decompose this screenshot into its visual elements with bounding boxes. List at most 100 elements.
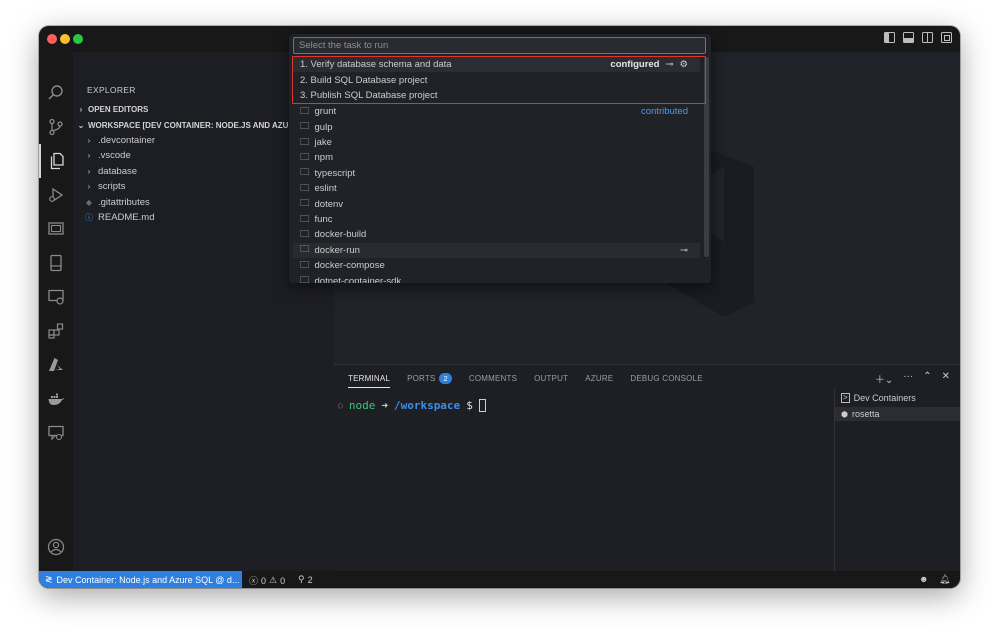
new-terminal-icon[interactable]: ＋⌄ <box>875 371 893 386</box>
run-and-debug-icon[interactable] <box>39 178 73 212</box>
tree-item-label: database <box>98 166 138 177</box>
chevron-right-icon: › <box>87 151 91 160</box>
remote-monitor-icon[interactable] <box>39 280 73 314</box>
folder-icon: 🗀 <box>300 105 310 117</box>
error-icon: ⓧ <box>249 576 259 586</box>
provider-item-jake[interactable]: 🗀 jake <box>293 135 700 150</box>
sidebar-title: EXPLORER <box>87 85 136 95</box>
folder-icon: 🗀 <box>300 213 310 225</box>
provider-label: docker-build <box>314 229 367 241</box>
remote-explorer-icon[interactable] <box>39 212 73 246</box>
provider-label: func <box>314 213 333 225</box>
docker-icon[interactable] <box>39 382 73 416</box>
azure-icon[interactable] <box>39 348 73 382</box>
remote-icon: ≷ <box>45 574 53 584</box>
provider-label: docker-run <box>314 244 360 256</box>
problems-indicator[interactable]: ⓧ 0 ⚠ 0 <box>249 574 285 587</box>
ports-indicator[interactable]: ⚲ 2 <box>298 574 313 585</box>
provider-item-typescript[interactable]: 🗀 typescript <box>293 166 700 181</box>
terminal-user: node <box>348 399 376 412</box>
task-item-build[interactable]: 2. Build SQL Database project <box>293 73 700 88</box>
task-quick-pick: Select the task to run 1. Verify databas… <box>289 34 711 283</box>
provider-item-eslint[interactable]: 🗀 eslint <box>293 181 700 196</box>
provider-item-gulp[interactable]: 🗀 gulp <box>293 119 700 134</box>
close-window-button[interactable] <box>47 34 57 44</box>
tree-item-devcontainer[interactable]: › .devcontainer <box>85 135 155 146</box>
tree-item-scripts[interactable]: › scripts <box>85 181 126 192</box>
zoom-window-button[interactable] <box>73 34 83 44</box>
provider-label: eslint <box>314 183 337 195</box>
task-actions: configured ⊸ ⚙ <box>610 59 688 70</box>
database-icon[interactable] <box>39 246 73 280</box>
pin-icon[interactable]: ⊸ <box>680 245 688 256</box>
tab-debug-console[interactable]: DEBUG CONSOLE <box>630 374 702 387</box>
task-search-input[interactable]: Select the task to run <box>293 37 706 54</box>
warning-icon: ⚠ <box>269 575 278 585</box>
folder-icon: 🗀 <box>300 121 310 133</box>
folder-icon: 🗀 <box>300 228 310 240</box>
toggle-primary-sidebar-icon[interactable] <box>884 32 895 43</box>
provider-item-dotnet-container-sdk[interactable]: 🗀 dotnet-container-sdk <box>293 273 700 283</box>
tree-item-readme[interactable]: ⓘ README.md <box>85 212 154 223</box>
toggle-secondary-sidebar-icon[interactable] <box>922 32 933 43</box>
radio-tower-icon: ⚲ <box>298 574 305 584</box>
provider-label: dotenv <box>314 198 344 210</box>
workspace-section[interactable]: ⌄ WORKSPACE [DEV CONTAINER: NODE.JS AND … <box>77 121 295 130</box>
tab-azure[interactable]: AZURE <box>585 374 613 387</box>
provider-item-docker-compose[interactable]: 🗀 docker-compose <box>293 258 700 273</box>
customize-layout-icon[interactable] <box>941 32 952 43</box>
search-icon[interactable] <box>39 76 73 110</box>
copilot-icon[interactable]: ☻ <box>919 574 928 584</box>
info-icon: ⓘ <box>85 213 93 222</box>
open-editors-section[interactable]: › OPEN EDITORS <box>77 105 149 114</box>
toggle-panel-icon[interactable] <box>903 32 914 43</box>
task-item-verify[interactable]: 1. Verify database schema and data confi… <box>293 57 700 73</box>
tree-item-label: .devcontainer <box>98 135 156 146</box>
bottom-panel: TERMINAL PORTS 2 COMMENTS OUTPUT AZURE DE… <box>334 364 960 572</box>
bell-icon[interactable]: 🔔︎ <box>939 574 950 585</box>
quick-pick-scrollbar[interactable] <box>704 57 709 257</box>
provider-item-func[interactable]: 🗀 func <box>293 212 700 227</box>
cube-icon: ⬢ <box>841 409 848 419</box>
provider-item-dotenv[interactable]: 🗀 dotenv <box>293 196 700 211</box>
minimize-window-button[interactable] <box>60 34 70 44</box>
pin-icon[interactable]: ⊸ <box>666 59 674 70</box>
provider-item-npm[interactable]: 🗀 npm <box>293 150 700 165</box>
terminal-prompt[interactable]: ○ node ➜ /workspace $ <box>338 399 486 412</box>
provider-label: docker-compose <box>314 260 385 272</box>
provider-label: gulp <box>314 121 333 133</box>
tree-item-vscode[interactable]: › .vscode <box>85 150 131 161</box>
comments-icon[interactable] <box>39 416 73 450</box>
terminal-list-item[interactable]: ⬢ rosetta <box>835 407 960 421</box>
provider-item-grunt[interactable]: 🗀 grunt contributed <box>293 104 700 119</box>
provider-item-docker-build[interactable]: 🗀 docker-build <box>293 227 700 242</box>
account-icon[interactable] <box>39 530 73 564</box>
chevron-right-icon: › <box>79 105 83 114</box>
tree-item-label: scripts <box>98 181 126 192</box>
tree-item-gitattributes[interactable]: ◆ .gitattributes <box>85 197 150 208</box>
folder-icon: 🗀 <box>300 259 310 271</box>
git-file-icon: ◆ <box>85 198 93 207</box>
more-actions-icon[interactable]: ··· <box>903 371 913 386</box>
extensions-icon[interactable] <box>39 314 73 348</box>
task-item-publish[interactable]: 3. Publish SQL Database project <box>293 88 700 103</box>
folder-icon: 🗀 <box>300 136 310 148</box>
tab-output[interactable]: OUTPUT <box>534 374 568 387</box>
tab-ports[interactable]: PORTS 2 <box>407 373 452 388</box>
tab-terminal[interactable]: TERMINAL <box>348 374 391 388</box>
gear-icon[interactable]: ⚙ <box>679 59 688 70</box>
close-panel-icon[interactable]: ✕ <box>942 371 950 386</box>
explorer-icon[interactable] <box>39 144 73 178</box>
terminal-list-item[interactable]: > Dev Containers <box>841 393 916 403</box>
terminal-symbol: $ <box>466 399 473 412</box>
terminal-path: /workspace <box>393 399 461 412</box>
provider-item-docker-run[interactable]: 🗀 docker-run ⊸ <box>293 242 700 258</box>
activity-bar <box>39 52 73 588</box>
folder-icon: 🗀 <box>300 167 310 179</box>
tab-comments[interactable]: COMMENTS <box>469 374 517 387</box>
remote-indicator[interactable]: ≷ Dev Container: Node.js and Azure SQL @… <box>39 571 242 588</box>
tree-item-database[interactable]: › database <box>85 166 137 177</box>
folder-icon: 🗀 <box>300 198 310 210</box>
source-control-icon[interactable] <box>39 110 73 144</box>
maximize-panel-icon[interactable]: ⌃ <box>923 371 931 386</box>
